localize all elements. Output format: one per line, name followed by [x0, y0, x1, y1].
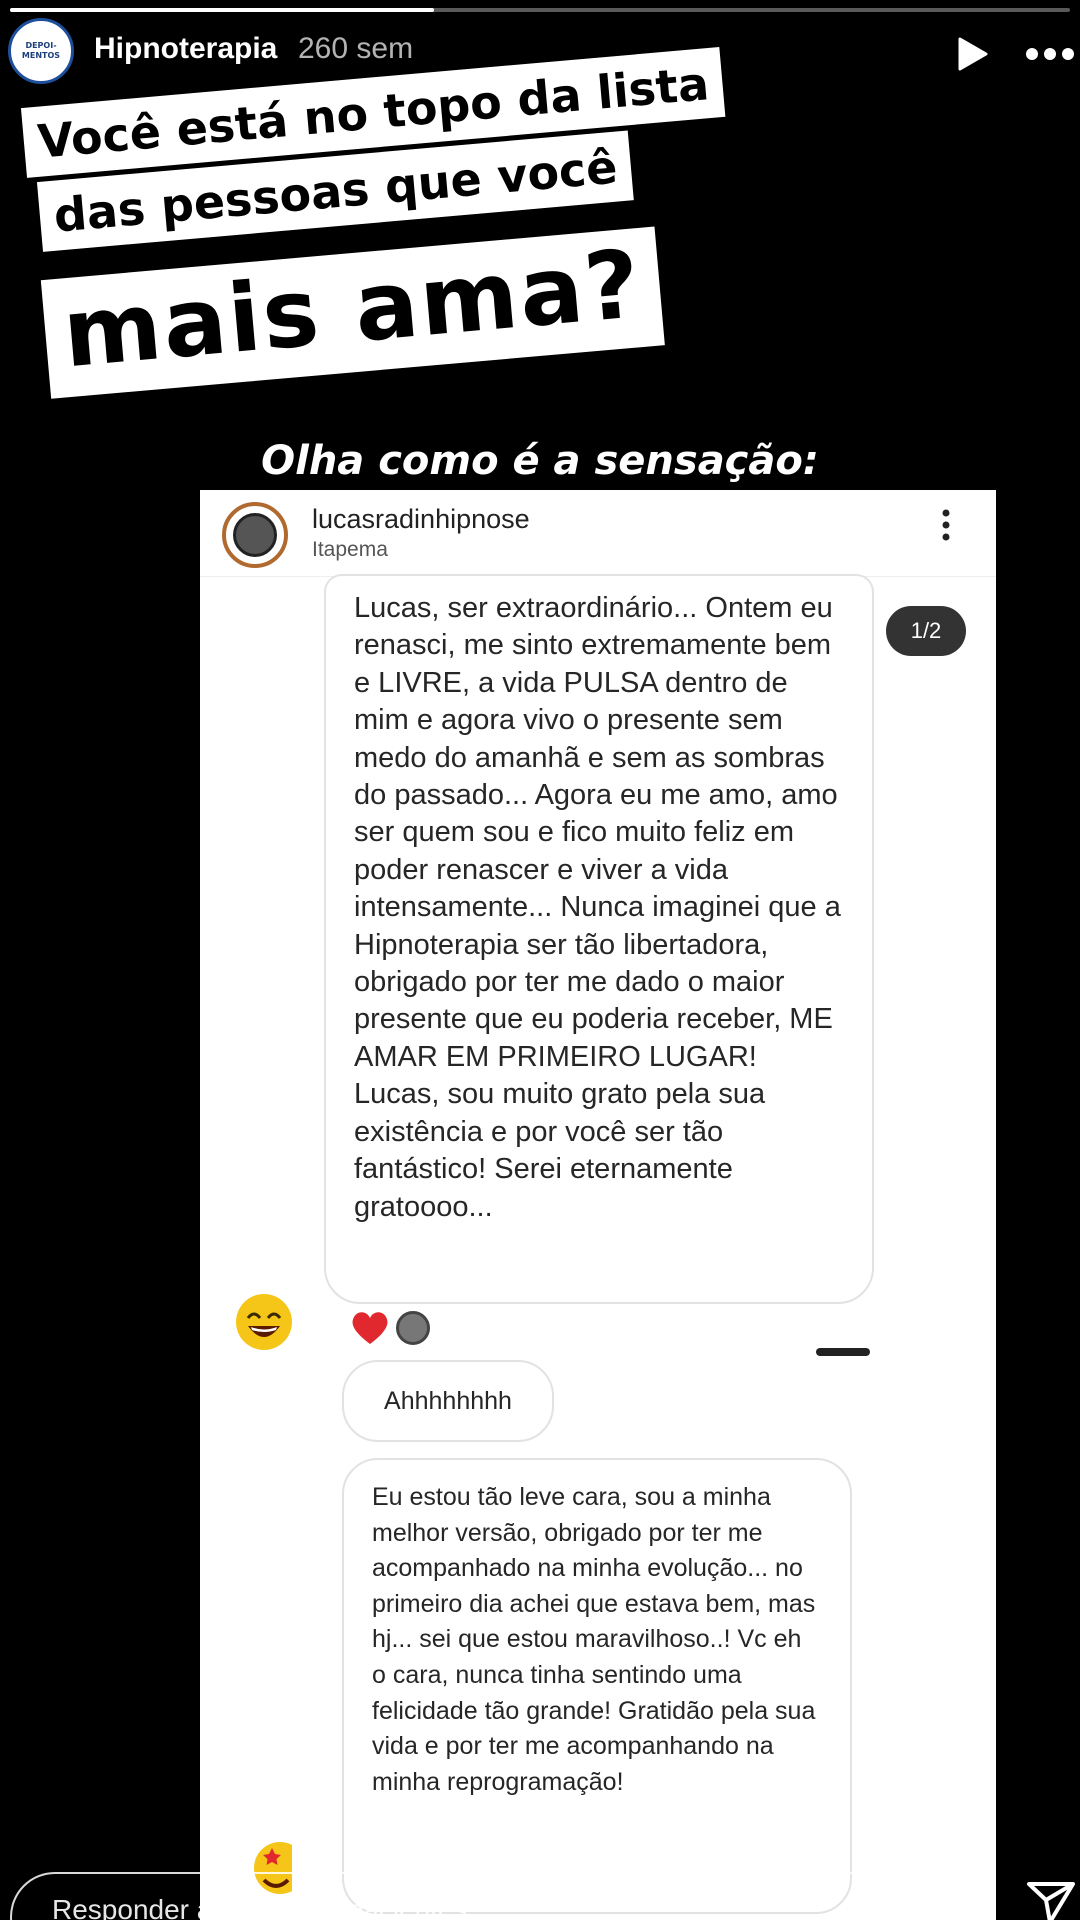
reply-input[interactable]: Responder a lucasradinpacientes [10, 1872, 895, 1920]
story-progress-bar [10, 8, 1070, 12]
send-icon[interactable] [1026, 1880, 1076, 1920]
message-bubble-2: Ahhhhhhhh [342, 1360, 554, 1442]
more-icon[interactable] [1024, 34, 1076, 74]
dm-username: lucasradinhipnose [312, 504, 530, 534]
image-counter-badge: 1/2 [886, 606, 966, 656]
avatar-label: DEPOI-MENTOS [21, 41, 61, 60]
reaction-avatar [396, 1311, 430, 1345]
heart-icon [352, 1312, 388, 1344]
play-icon[interactable] [954, 36, 990, 72]
like-icon[interactable] [932, 1880, 984, 1920]
message-reactions [350, 1306, 430, 1350]
dm-avatar-image [233, 513, 277, 557]
divider [816, 1348, 870, 1356]
dm-location: Itapema [312, 538, 388, 561]
profile-username[interactable]: Hipnoterapia [94, 32, 277, 66]
story-progress-fill [10, 8, 434, 12]
story-time: 260 sem [298, 32, 414, 65]
story-viewer: DEPOI-MENTOS Hipnoterapia 260 sem Você e… [0, 0, 1080, 1920]
message-bubble-3: Eu estou tão leve cara, sou a minha melh… [342, 1458, 852, 1914]
vertical-dots-icon [942, 509, 950, 541]
message-bubble-1: Lucas, ser extraordinário... Ontem eu re… [324, 574, 874, 1304]
title-line-3: mais ama? [40, 226, 665, 399]
dm-avatar [222, 502, 288, 568]
dm-header: lucasradinhipnose Itapema [200, 490, 996, 577]
laughing-emoji-icon [236, 1294, 292, 1350]
dm-screenshot: lucasradinhipnose Itapema Lucas, ser ext… [200, 490, 996, 1920]
profile-avatar[interactable]: DEPOI-MENTOS [8, 18, 74, 84]
caption-text: Olha como é a sensação: [261, 438, 819, 484]
